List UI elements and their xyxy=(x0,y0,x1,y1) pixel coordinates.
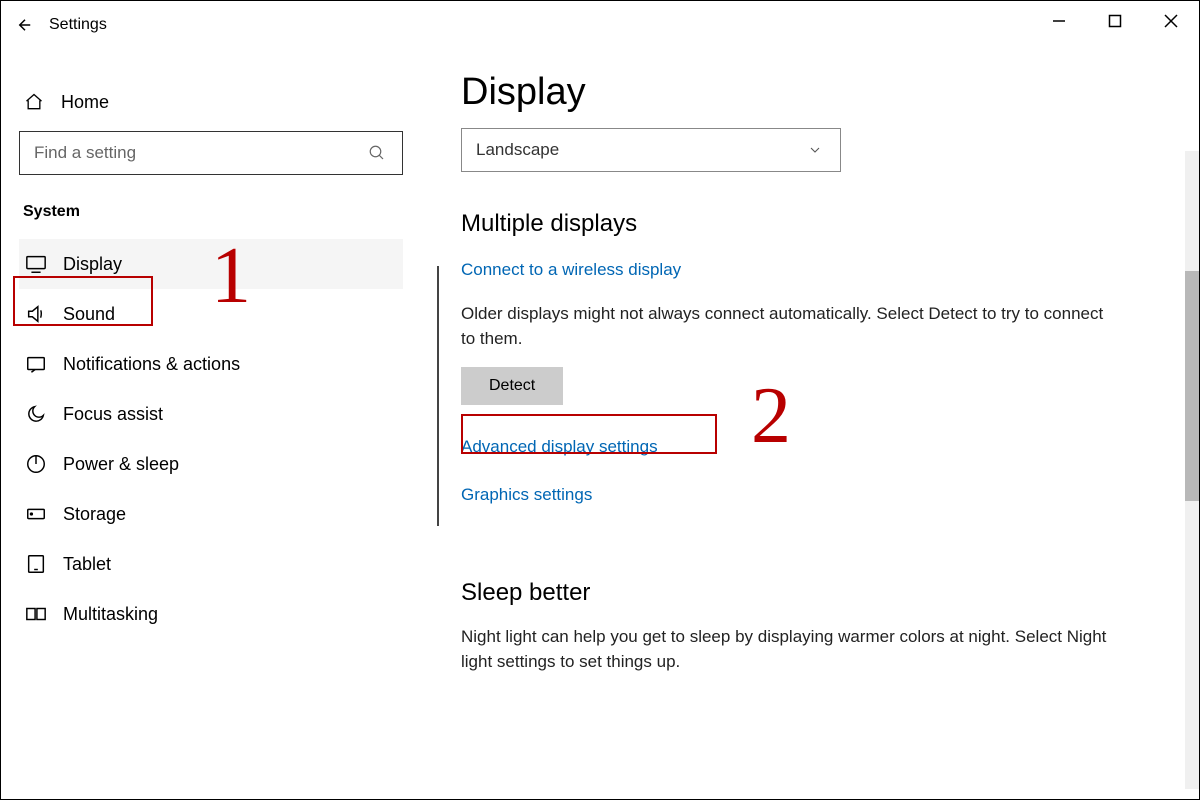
sound-icon xyxy=(25,303,47,325)
page-title: Display xyxy=(461,71,1175,114)
sidebar-item-label: Power & sleep xyxy=(63,454,179,475)
sidebar-item-tablet[interactable]: Tablet xyxy=(19,539,403,589)
title-bar: Settings xyxy=(1,1,1199,49)
sidebar-item-label: Multitasking xyxy=(63,604,158,625)
sidebar-item-storage[interactable]: Storage xyxy=(19,489,403,539)
sidebar-item-notifications[interactable]: Notifications & actions xyxy=(19,339,403,389)
notifications-icon xyxy=(25,353,47,375)
sidebar: Home Find a setting System Display Sound xyxy=(1,61,421,639)
sidebar-item-power-sleep[interactable]: Power & sleep xyxy=(19,439,403,489)
sidebar-item-label: Tablet xyxy=(63,554,111,575)
sidebar-item-label: Notifications & actions xyxy=(63,354,240,375)
focus-assist-icon xyxy=(25,403,47,425)
sidebar-item-sound[interactable]: Sound xyxy=(19,289,403,339)
back-button[interactable] xyxy=(1,1,49,49)
power-icon xyxy=(25,453,47,475)
sleep-better-heading: Sleep better xyxy=(461,579,1175,607)
sidebar-item-label: Focus assist xyxy=(63,404,163,425)
display-icon xyxy=(25,253,47,275)
advanced-display-settings-link[interactable]: Advanced display settings xyxy=(461,433,658,461)
settings-window: Settings Home Find a setting System xyxy=(0,0,1200,800)
window-title: Settings xyxy=(49,16,107,34)
search-input[interactable]: Find a setting xyxy=(19,131,403,175)
search-icon xyxy=(366,142,388,164)
minimize-button[interactable] xyxy=(1031,1,1087,41)
chevron-down-icon xyxy=(804,139,826,161)
orientation-dropdown[interactable]: Landscape xyxy=(461,128,841,172)
detect-help-text: Older displays might not always connect … xyxy=(461,302,1121,351)
sidebar-item-display[interactable]: Display xyxy=(19,239,403,289)
sidebar-item-label: Display xyxy=(63,254,122,275)
orientation-value: Landscape xyxy=(476,140,559,160)
search-placeholder: Find a setting xyxy=(34,143,136,163)
maximize-button[interactable] xyxy=(1087,1,1143,41)
sidebar-section-label: System xyxy=(23,203,403,221)
close-button[interactable] xyxy=(1143,1,1199,41)
sidebar-item-label: Storage xyxy=(63,504,126,525)
main-content: Display Landscape Multiple displays Conn… xyxy=(461,71,1175,799)
storage-icon xyxy=(25,503,47,525)
multitasking-icon xyxy=(25,603,47,625)
tablet-icon xyxy=(25,553,47,575)
sidebar-home[interactable]: Home xyxy=(19,81,403,131)
sidebar-item-focus-assist[interactable]: Focus assist xyxy=(19,389,403,439)
sidebar-item-multitasking[interactable]: Multitasking xyxy=(19,589,403,639)
window-controls xyxy=(1031,1,1199,41)
scrollbar-thumb[interactable] xyxy=(1185,271,1199,501)
graphics-settings-link[interactable]: Graphics settings xyxy=(461,481,592,509)
content-divider xyxy=(437,266,439,526)
connect-wireless-link[interactable]: Connect to a wireless display xyxy=(461,256,681,284)
sidebar-item-label: Sound xyxy=(63,304,115,325)
home-icon xyxy=(23,91,45,113)
detect-button[interactable]: Detect xyxy=(461,367,563,405)
multiple-displays-heading: Multiple displays xyxy=(461,210,1175,238)
sidebar-home-label: Home xyxy=(61,92,109,113)
sleep-better-text: Night light can help you get to sleep by… xyxy=(461,625,1141,674)
